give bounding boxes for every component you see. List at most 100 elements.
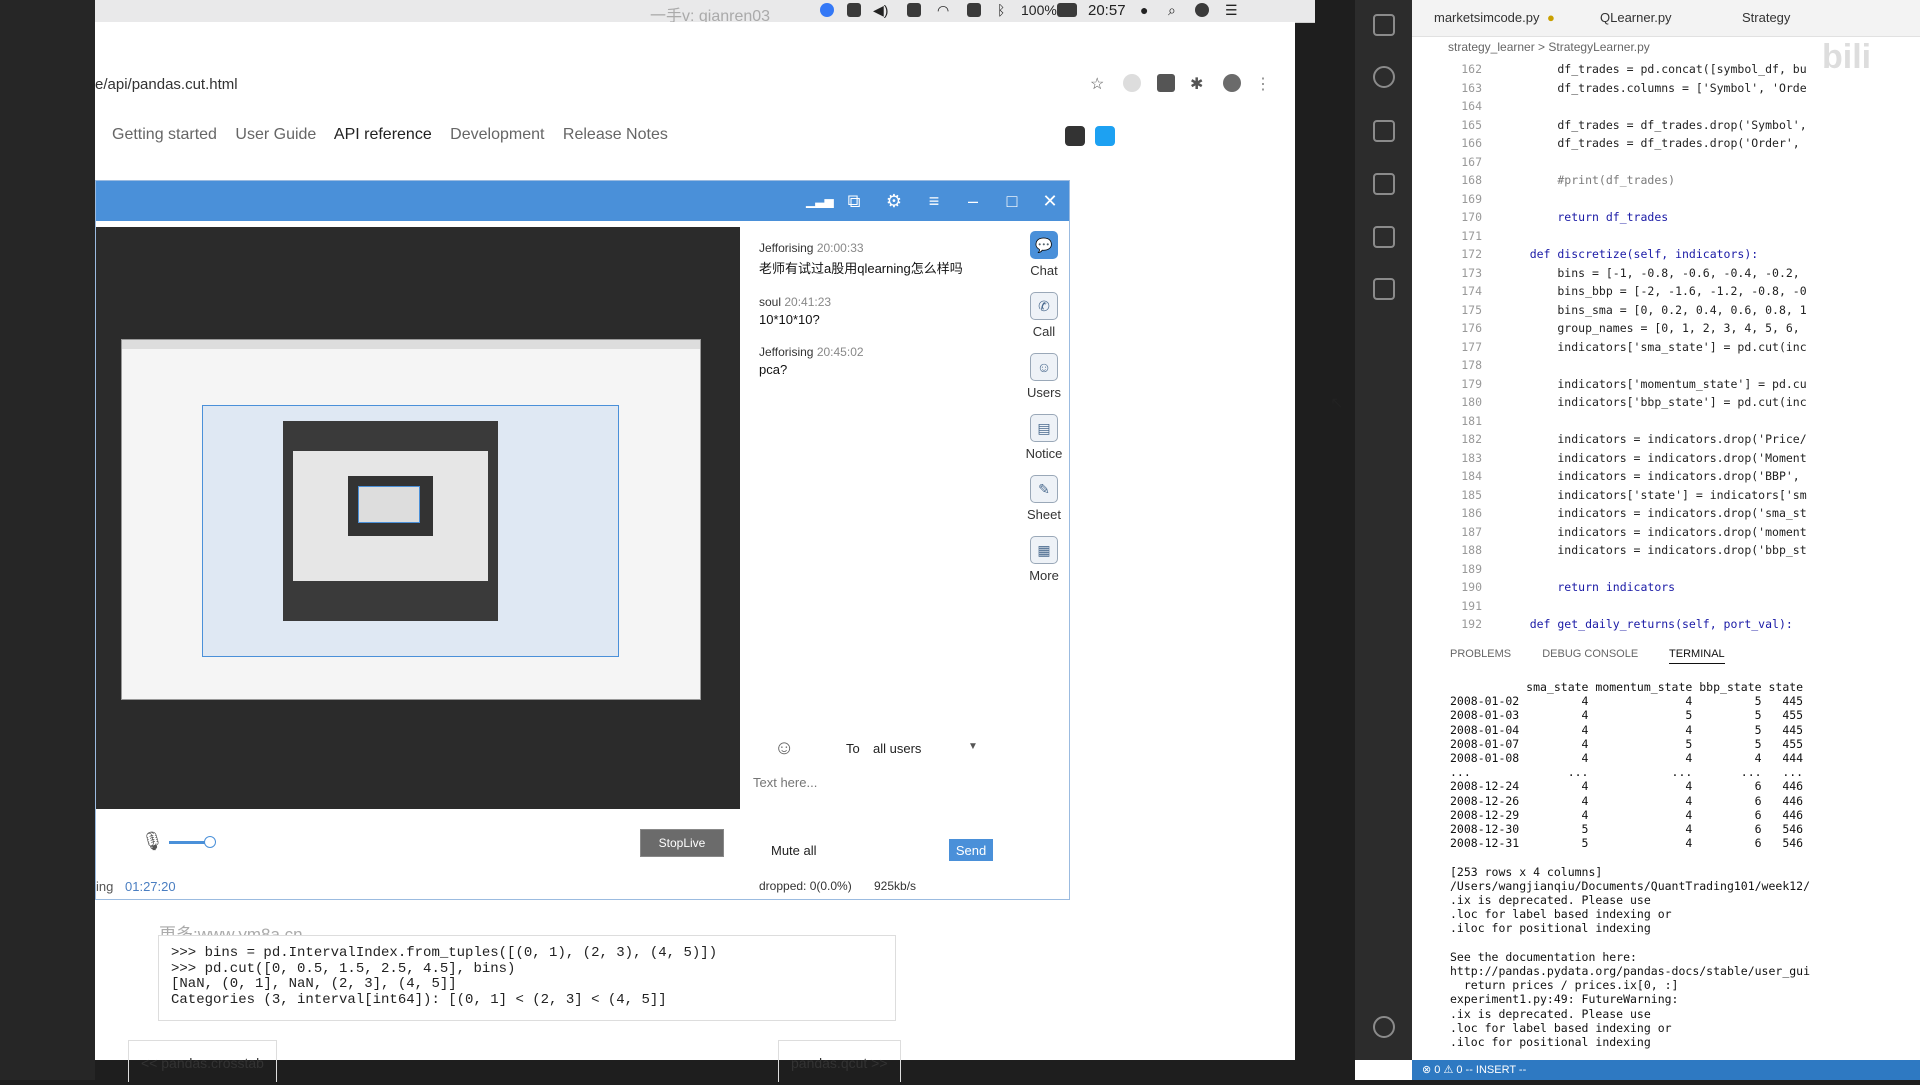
terminal-line: .ix is deprecated. Please use: [1450, 893, 1651, 908]
mute-all-toggle[interactable]: Mute all: [771, 843, 817, 858]
next-page-link[interactable]: pandas.qcut >>: [778, 1040, 901, 1082]
extensions-icon[interactable]: [1373, 278, 1395, 300]
terminal-output[interactable]: sma_state momentum_state bbp_state state…: [1450, 680, 1920, 1049]
app-status-icon[interactable]: [820, 3, 834, 17]
line-number: 169: [1461, 191, 1482, 206]
siri-icon[interactable]: [1195, 3, 1209, 17]
tab-qlearner[interactable]: QLearner.py: [1600, 10, 1672, 25]
tab-problems[interactable]: PROBLEMS: [1450, 648, 1511, 660]
mouse-cursor: ↖: [1330, 395, 1344, 412]
settings-gear-icon[interactable]: [1373, 1016, 1395, 1038]
puzzle-extensions-icon[interactable]: ✱: [1190, 74, 1208, 93]
microphone-icon[interactable]: 🎙: [141, 831, 164, 852]
user-icon[interactable]: ●: [1140, 2, 1148, 18]
tab-terminal[interactable]: TERMINAL: [1669, 648, 1725, 664]
tab-marketsimcode[interactable]: marketsimcode.py: [1434, 10, 1539, 25]
send-button[interactable]: Send: [949, 839, 993, 861]
sidebar-item-call[interactable]: ✆ Call: [1021, 292, 1067, 339]
browser-menu-icon[interactable]: ⋮: [1255, 74, 1273, 93]
message-time: 20:45:02: [816, 345, 864, 359]
status-text[interactable]: ⊗ 0 ⚠ 0 -- INSERT --: [1422, 1063, 1526, 1076]
line-number: 176: [1461, 321, 1482, 335]
nav-api-reference[interactable]: API reference: [334, 126, 432, 143]
chat-message: soul 20:41:23 10*10*10?: [759, 295, 999, 327]
gear-icon[interactable]: ⚙: [884, 191, 904, 211]
line-content: def get_daily_returns(self, port_val):: [1502, 617, 1793, 631]
close-icon[interactable]: ✕: [1040, 191, 1060, 211]
terminal-line: 2008-12-30 5 4 6 546: [1450, 822, 1804, 837]
airplay-icon[interactable]: [907, 3, 921, 17]
chat-message: Jefforising 20:00:33 老师有试过a股用qlearning怎么…: [759, 241, 999, 277]
run-debug-icon[interactable]: [1373, 173, 1395, 195]
sidebar-item-users[interactable]: ☺ Users: [1021, 353, 1067, 400]
sidebar-label: Chat: [1030, 263, 1058, 278]
sidebar-item-sheet[interactable]: ✎ Sheet: [1021, 475, 1067, 522]
line-number: 175: [1461, 302, 1482, 317]
nav-release-notes[interactable]: Release Notes: [563, 126, 668, 143]
bookmark-star-icon[interactable]: ☆: [1090, 74, 1108, 93]
terminal-line: 2008-01-02 4 4 5 445: [1450, 694, 1804, 709]
code-line: 164: [1412, 99, 1920, 118]
emoji-icon[interactable]: ☺: [774, 737, 794, 760]
recipient-select[interactable]: all users: [873, 741, 921, 756]
line-number: 186: [1461, 506, 1482, 520]
line-content: def discretize(self, indicators):: [1502, 247, 1759, 261]
menu-icon[interactable]: ≡: [924, 191, 944, 211]
code-line: 174 bins_bbp = [-2, -1.6, -1.2, -0.8, -0: [1412, 284, 1920, 303]
extension-icon[interactable]: [1123, 74, 1141, 92]
stop-live-button[interactable]: StopLive: [640, 829, 724, 857]
chevron-down-icon[interactable]: ▼: [968, 741, 978, 752]
bitrate: 925kb/s: [874, 879, 917, 893]
nav-user-guide[interactable]: User Guide: [235, 126, 316, 143]
nav-getting-started[interactable]: Getting started: [112, 126, 217, 143]
profile-avatar[interactable]: [1223, 74, 1241, 92]
code-line: 184 indicators = indicators.drop('BBP',: [1412, 469, 1920, 488]
line-number: 167: [1461, 154, 1482, 169]
control-center-icon[interactable]: ☰: [1225, 2, 1238, 19]
tab-strategy[interactable]: Strategy: [1742, 10, 1790, 25]
code-line: 173 bins = [-1, -0.8, -0.6, -0.4, -0.2,: [1412, 266, 1920, 285]
chat-bubble-icon: 💬: [1030, 231, 1058, 259]
chat-titlebar[interactable]: ▁▃▅ ⧉ ⚙ ≡ – □ ✕: [96, 181, 1069, 221]
terminal-line: 2008-12-31 5 4 6 546: [1450, 836, 1804, 851]
remote-explorer-icon[interactable]: [1373, 226, 1395, 248]
bluetooth-icon[interactable]: ᛒ: [997, 2, 1005, 18]
shared-screen-frame: [121, 339, 701, 700]
chat-message-input[interactable]: [751, 771, 1010, 793]
code-line: 188 indicators = indicators.drop('bbp_st: [1412, 543, 1920, 562]
volume-icon[interactable]: ◀): [873, 2, 888, 19]
spotlight-search-icon[interactable]: ⌕: [1168, 2, 1176, 19]
tab-debug-console[interactable]: DEBUG CONSOLE: [1542, 648, 1638, 660]
line-content: indicators['momentum_state'] = pd.cu: [1502, 376, 1807, 391]
nav-development[interactable]: Development: [450, 126, 544, 143]
volume-slider-handle[interactable]: [204, 836, 216, 848]
wifi-icon[interactable]: ◠: [937, 2, 949, 19]
sidebar-item-chat[interactable]: 💬 Chat: [1021, 231, 1067, 278]
explorer-icon[interactable]: [1373, 14, 1395, 36]
terminal-line: 2008-01-04 4 4 5 445: [1450, 722, 1804, 737]
search-icon[interactable]: [1373, 66, 1395, 88]
twitter-icon[interactable]: [1095, 126, 1115, 146]
source-control-icon[interactable]: [1373, 120, 1395, 142]
prev-page-link[interactable]: << pandas.crosstab: [128, 1040, 277, 1082]
github-icon[interactable]: [1065, 126, 1085, 146]
code-editor[interactable]: 162 df_trades = pd.concat([symbol_df, bu…: [1412, 62, 1920, 647]
code-line: >>> bins = pd.IntervalIndex.from_tuples(…: [171, 945, 718, 961]
minimize-icon[interactable]: –: [963, 191, 983, 211]
address-bar-url[interactable]: e/api/pandas.cut.html: [95, 76, 238, 93]
shared-screen-video[interactable]: [96, 227, 740, 809]
input-source-icon[interactable]: [967, 3, 981, 17]
popout-icon[interactable]: ⧉: [844, 191, 864, 211]
sidebar-item-notice[interactable]: ▤ Notice: [1021, 414, 1067, 461]
live-duration: 01:27:20: [125, 879, 176, 894]
battery-icon[interactable]: [1057, 3, 1077, 17]
phone-icon: ✆: [1030, 292, 1058, 320]
sidebar-item-more[interactable]: ▦ More: [1021, 536, 1067, 583]
camera-extension-icon[interactable]: [1157, 74, 1175, 92]
breadcrumb[interactable]: strategy_learner > StrategyLearner.py: [1448, 40, 1650, 54]
menubar-clock[interactable]: 20:57: [1088, 2, 1126, 19]
maximize-icon[interactable]: □: [1002, 191, 1022, 211]
shield-icon[interactable]: [847, 3, 861, 17]
